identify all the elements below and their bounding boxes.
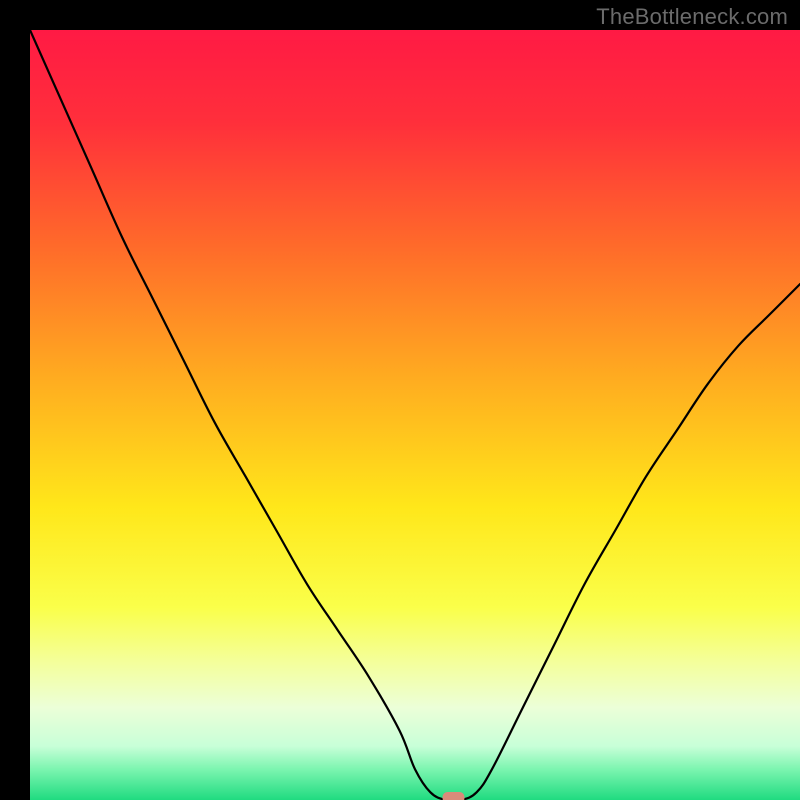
plot-area: [30, 30, 800, 800]
watermark-text: TheBottleneck.com: [596, 4, 788, 30]
plot-svg: [30, 30, 800, 800]
gradient-background: [30, 30, 800, 800]
chart-frame: TheBottleneck.com: [0, 0, 800, 800]
minimum-marker: [443, 792, 465, 800]
